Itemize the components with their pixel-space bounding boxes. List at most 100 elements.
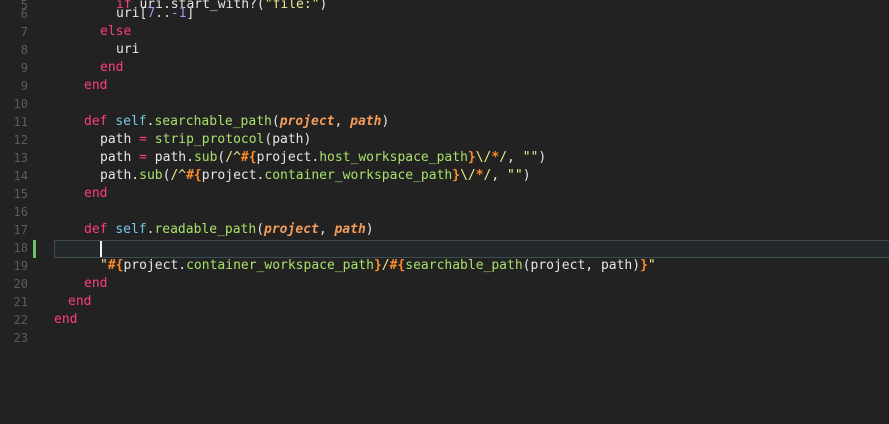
code-text[interactable]: end <box>84 77 107 95</box>
code-line[interactable]: 18 <box>0 239 889 257</box>
code-token: end <box>84 78 108 93</box>
code-line[interactable]: 22 end <box>0 311 889 329</box>
code-token: self <box>115 114 147 129</box>
code-token: end <box>100 60 124 75</box>
code-line[interactable]: 20 end <box>0 275 889 293</box>
code-token: \/ <box>460 168 476 183</box>
code-line[interactable]: 21 end <box>0 293 889 311</box>
code-line[interactable]: 7 else <box>0 23 889 41</box>
line-number[interactable]: 6 <box>0 5 28 23</box>
code-token: " <box>647 258 656 273</box>
code-text[interactable]: uri <box>116 41 139 59</box>
code-token: path <box>100 132 140 147</box>
code-text[interactable]: path.sub(/^#{project.container_workspace… <box>100 167 531 185</box>
code-token: "" <box>522 150 539 165</box>
code-token: searchable_path <box>405 258 523 273</box>
code-token: end <box>54 312 78 327</box>
line-number[interactable]: 8 <box>0 41 28 59</box>
code-line[interactable]: 13 path = path.sub(/^#{project.host_works… <box>0 149 889 167</box>
line-number[interactable]: 10 <box>0 95 28 113</box>
code-token: \/ <box>475 150 492 165</box>
code-line[interactable]: 9 end <box>0 77 889 95</box>
code-text[interactable]: uri[7..-1] <box>116 5 194 23</box>
code-line[interactable]: 8 uri <box>0 41 889 59</box>
code-text[interactable]: def self.readable_path(project, path) <box>84 221 374 239</box>
code-line[interactable]: 19 "#{project.container_workspace_path}/#… <box>0 257 889 275</box>
code-token: container_workspace_path <box>264 168 453 183</box>
code-token: end <box>68 294 92 309</box>
code-text[interactable]: path = strip_protocol(path) <box>100 131 311 149</box>
line-number[interactable]: 17 <box>0 221 28 239</box>
code-token: ] <box>186 6 195 21</box>
code-token: ) <box>365 222 374 237</box>
code-token: } <box>640 258 648 273</box>
code-token: ) <box>381 114 390 129</box>
code-token: path <box>100 150 140 165</box>
code-token: def <box>84 114 108 129</box>
code-line[interactable]: 12 path = strip_protocol(path) <box>0 131 889 149</box>
code-token: readable_path <box>154 222 257 237</box>
code-text[interactable]: end <box>84 275 107 293</box>
code-token: .. <box>155 6 171 21</box>
code-line[interactable]: 17 def self.readable_path(project, path) <box>0 221 889 239</box>
code-line[interactable]: 10 <box>0 95 889 113</box>
line-number[interactable]: 20 <box>0 275 28 293</box>
code-token: project. <box>123 258 187 273</box>
code-token: sub <box>193 150 218 165</box>
code-editor[interactable]: 5 if uri.start_with?("file:") 6 uri[7..-1] 7… <box>0 0 889 424</box>
code-text[interactable]: end <box>68 293 91 311</box>
line-number[interactable]: 22 <box>0 311 28 329</box>
code-token: #{ <box>389 258 406 273</box>
line-number[interactable]: 11 <box>0 113 28 131</box>
code-line[interactable]: 14 path.sub(/^#{project.container_workspa… <box>0 167 889 185</box>
code-line[interactable]: 11 def self.searchable_path(project, path… <box>0 113 889 131</box>
line-number[interactable]: 16 <box>0 203 28 221</box>
code-token: , <box>491 168 508 183</box>
code-token: def <box>84 222 108 237</box>
code-token: , <box>507 150 523 165</box>
code-token: ) <box>522 168 531 183</box>
line-number[interactable]: 18 <box>0 239 28 257</box>
code-token: path <box>334 222 366 237</box>
code-text[interactable]: path = path.sub(/^#{project.host_workspa… <box>100 149 546 167</box>
code-token: project <box>279 114 335 129</box>
code-text[interactable]: end <box>84 185 107 203</box>
code-text[interactable]: end <box>54 311 77 329</box>
code-line[interactable]: 9 end <box>0 59 889 77</box>
code-token: ( <box>256 222 265 237</box>
code-token: project. <box>256 150 320 165</box>
code-line[interactable]: 23 <box>0 329 889 347</box>
line-number[interactable]: 19 <box>0 257 28 275</box>
code-token: (project, path) <box>522 258 641 273</box>
code-token: else <box>100 24 132 39</box>
code-line[interactable]: 16 <box>0 203 889 221</box>
line-number[interactable]: 21 <box>0 293 28 311</box>
code-token: end <box>84 186 108 201</box>
line-number[interactable]: 13 <box>0 149 28 167</box>
code-token: uri[ <box>116 6 148 21</box>
line-number[interactable]: 23 <box>0 329 28 347</box>
code-text[interactable]: end <box>100 59 123 77</box>
code-token: (path) <box>264 132 312 147</box>
code-line[interactable]: 15 end <box>0 185 889 203</box>
line-number[interactable]: 7 <box>0 23 28 41</box>
code-token: project <box>264 222 319 237</box>
line-number[interactable]: 9 <box>0 77 28 95</box>
line-number[interactable]: 15 <box>0 185 28 203</box>
code-text[interactable]: "#{project.container_workspace_path}/#{s… <box>100 257 656 275</box>
code-token: container_workspace_path <box>186 258 374 273</box>
code-line[interactable]: 6 uri[7..-1] <box>0 5 889 23</box>
code-token: * <box>475 168 484 183</box>
code-token: } <box>467 150 476 165</box>
code-token: , <box>318 222 335 237</box>
code-token: / <box>499 150 508 165</box>
line-number[interactable]: 12 <box>0 131 28 149</box>
code-token: " <box>100 258 108 273</box>
line-number[interactable]: 14 <box>0 167 28 185</box>
code-token: -1 <box>170 6 187 21</box>
code-token: ) <box>538 150 547 165</box>
code-text[interactable]: else <box>100 23 131 41</box>
code-text[interactable]: def self.searchable_path(project, path) <box>84 113 389 131</box>
line-number[interactable]: 9 <box>0 59 28 77</box>
